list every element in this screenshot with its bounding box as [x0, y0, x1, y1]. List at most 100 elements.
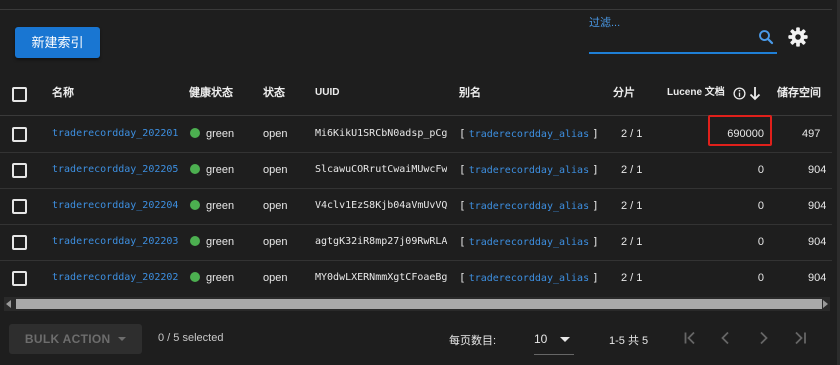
index-name-link[interactable]: traderecordday_202203 — [52, 224, 178, 260]
health-cell: green — [190, 152, 234, 188]
next-page-icon[interactable] — [756, 330, 772, 346]
horizontal-scrollbar[interactable] — [4, 297, 830, 311]
health-text: green — [206, 272, 235, 284]
table-row[interactable]: traderecordday_202205 green open SlcawuC… — [0, 152, 832, 189]
header-lucene-docs[interactable]: Lucene 文档 — [667, 73, 725, 115]
alias-bracket-close: ] — [592, 127, 599, 140]
health-cell: green — [190, 116, 234, 152]
table-row[interactable]: traderecordday_202202 green open MY0dwLX… — [0, 260, 832, 296]
filter-input[interactable]: 过滤... — [589, 12, 777, 54]
table-header: 名称 健康状态 状态 UUID 别名 分片 Lucene 文档 储存空间 — [0, 73, 832, 116]
status-cell: open — [263, 272, 288, 284]
uuid-cell: agtgK32iR8mp27j09RwRLA — [315, 236, 447, 247]
docs-cell: 0 — [757, 200, 764, 212]
header-shards[interactable]: 分片 — [613, 73, 635, 115]
scroll-left-arrow[interactable] — [6, 300, 11, 308]
docs-cell: 0 — [757, 164, 764, 176]
scroll-right-arrow[interactable] — [823, 300, 828, 308]
health-dot — [190, 200, 200, 210]
bulk-action-label: BULK ACTION — [24, 332, 111, 346]
health-cell: green — [190, 260, 234, 296]
alias-link[interactable]: traderecordday_alias — [469, 237, 589, 248]
prev-page-icon[interactable] — [717, 330, 733, 346]
alias-link[interactable]: traderecordday_alias — [469, 165, 589, 176]
shards-cell: 2 / 1 — [621, 272, 643, 284]
index-name-link[interactable]: traderecordday_202202 — [52, 260, 178, 296]
caret-down-icon — [560, 337, 570, 342]
rows-per-page-label: 每页数目: — [449, 335, 497, 347]
alias-bracket-open: [ — [459, 163, 466, 176]
select-all-checkbox[interactable] — [12, 87, 27, 102]
alias-link[interactable]: traderecordday_alias — [469, 201, 589, 212]
table-row[interactable]: traderecordday_202203 green open agtgK32… — [0, 224, 832, 261]
health-dot — [190, 236, 200, 246]
shards-cell: 2 / 1 — [621, 164, 643, 176]
sort-desc-icon[interactable] — [749, 86, 761, 101]
row-checkbox[interactable] — [12, 127, 27, 142]
uuid-cell: SlcawuCORrutCwaiMUwcFw — [315, 164, 447, 175]
search-icon[interactable] — [757, 28, 775, 46]
alias-link[interactable]: traderecordday_alias — [469, 129, 589, 140]
health-text: green — [206, 128, 235, 140]
alias-bracket-close: ] — [592, 271, 599, 284]
new-index-button[interactable]: 新建索引 — [15, 27, 100, 58]
bulk-action-button[interactable]: BULK ACTION — [9, 324, 142, 354]
storage-cell: 497 — [802, 128, 821, 140]
index-table: 名称 健康状态 状态 UUID 别名 分片 Lucene 文档 储存空间 tra… — [0, 73, 832, 297]
health-dot — [190, 272, 200, 282]
rows-per-page-select[interactable]: 10 — [534, 324, 574, 355]
header-uuid[interactable]: UUID — [315, 73, 339, 115]
alias-bracket-open: [ — [459, 235, 466, 248]
storage-cell: 904 — [808, 236, 827, 248]
alias-bracket-close: ] — [592, 199, 599, 212]
docs-cell: 0 — [757, 236, 764, 248]
alias-bracket-open: [ — [459, 271, 466, 284]
docs-cell: 0 — [757, 272, 764, 284]
table-row[interactable]: traderecordday_202204 green open V4clv1E… — [0, 188, 832, 225]
row-checkbox[interactable] — [12, 271, 27, 286]
alias-cell: [ traderecordday_alias ] — [459, 116, 599, 152]
selection-count: 0 / 5 selected — [158, 332, 224, 344]
index-name-link[interactable]: traderecordday_202205 — [52, 152, 178, 188]
top-divider — [0, 9, 832, 10]
storage-cell: 904 — [808, 164, 827, 176]
alias-link[interactable]: traderecordday_alias — [469, 273, 589, 284]
uuid-cell: Mi6KikU1SRCbN0adsp_pCg — [315, 128, 447, 139]
health-text: green — [206, 164, 235, 176]
last-page-icon[interactable] — [792, 330, 808, 346]
header-status[interactable]: 状态 — [263, 73, 285, 115]
header-health[interactable]: 健康状态 — [189, 73, 233, 115]
rows-per-page-value: 10 — [534, 332, 548, 346]
first-page-icon[interactable] — [683, 330, 699, 346]
status-cell: open — [263, 164, 288, 176]
alias-cell: [ traderecordday_alias ] — [459, 188, 599, 224]
shards-cell: 2 / 1 — [621, 128, 643, 140]
row-checkbox[interactable] — [12, 163, 27, 178]
alias-cell: [ traderecordday_alias ] — [459, 224, 599, 260]
index-name-link[interactable]: traderecordday_202201 — [52, 116, 178, 152]
storage-cell: 904 — [808, 272, 827, 284]
row-checkbox[interactable] — [12, 199, 27, 214]
index-name-link[interactable]: traderecordday_202204 — [52, 188, 178, 224]
shards-cell: 2 / 1 — [621, 200, 643, 212]
header-name[interactable]: 名称 — [52, 73, 74, 115]
page-range: 1-5 共 5 — [609, 335, 649, 347]
gear-icon[interactable] — [787, 26, 809, 48]
health-text: green — [206, 236, 235, 248]
health-dot — [190, 164, 200, 174]
alias-bracket-close: ] — [592, 163, 599, 176]
status-cell: open — [263, 128, 288, 140]
header-storage[interactable]: 储存空间 — [777, 73, 821, 115]
status-cell: open — [263, 236, 288, 248]
scrollbar-thumb[interactable] — [16, 299, 822, 309]
alias-cell: [ traderecordday_alias ] — [459, 152, 599, 188]
alias-bracket-open: [ — [459, 199, 466, 212]
alias-cell: [ traderecordday_alias ] — [459, 260, 599, 296]
header-alias[interactable]: 别名 — [459, 73, 481, 115]
row-checkbox[interactable] — [12, 235, 27, 250]
storage-cell: 904 — [808, 200, 827, 212]
alias-bracket-open: [ — [459, 127, 466, 140]
alias-bracket-close: ] — [592, 235, 599, 248]
uuid-cell: MY0dwLXERNmmXgtCFoaeBg — [315, 272, 447, 283]
info-icon[interactable] — [733, 87, 746, 100]
